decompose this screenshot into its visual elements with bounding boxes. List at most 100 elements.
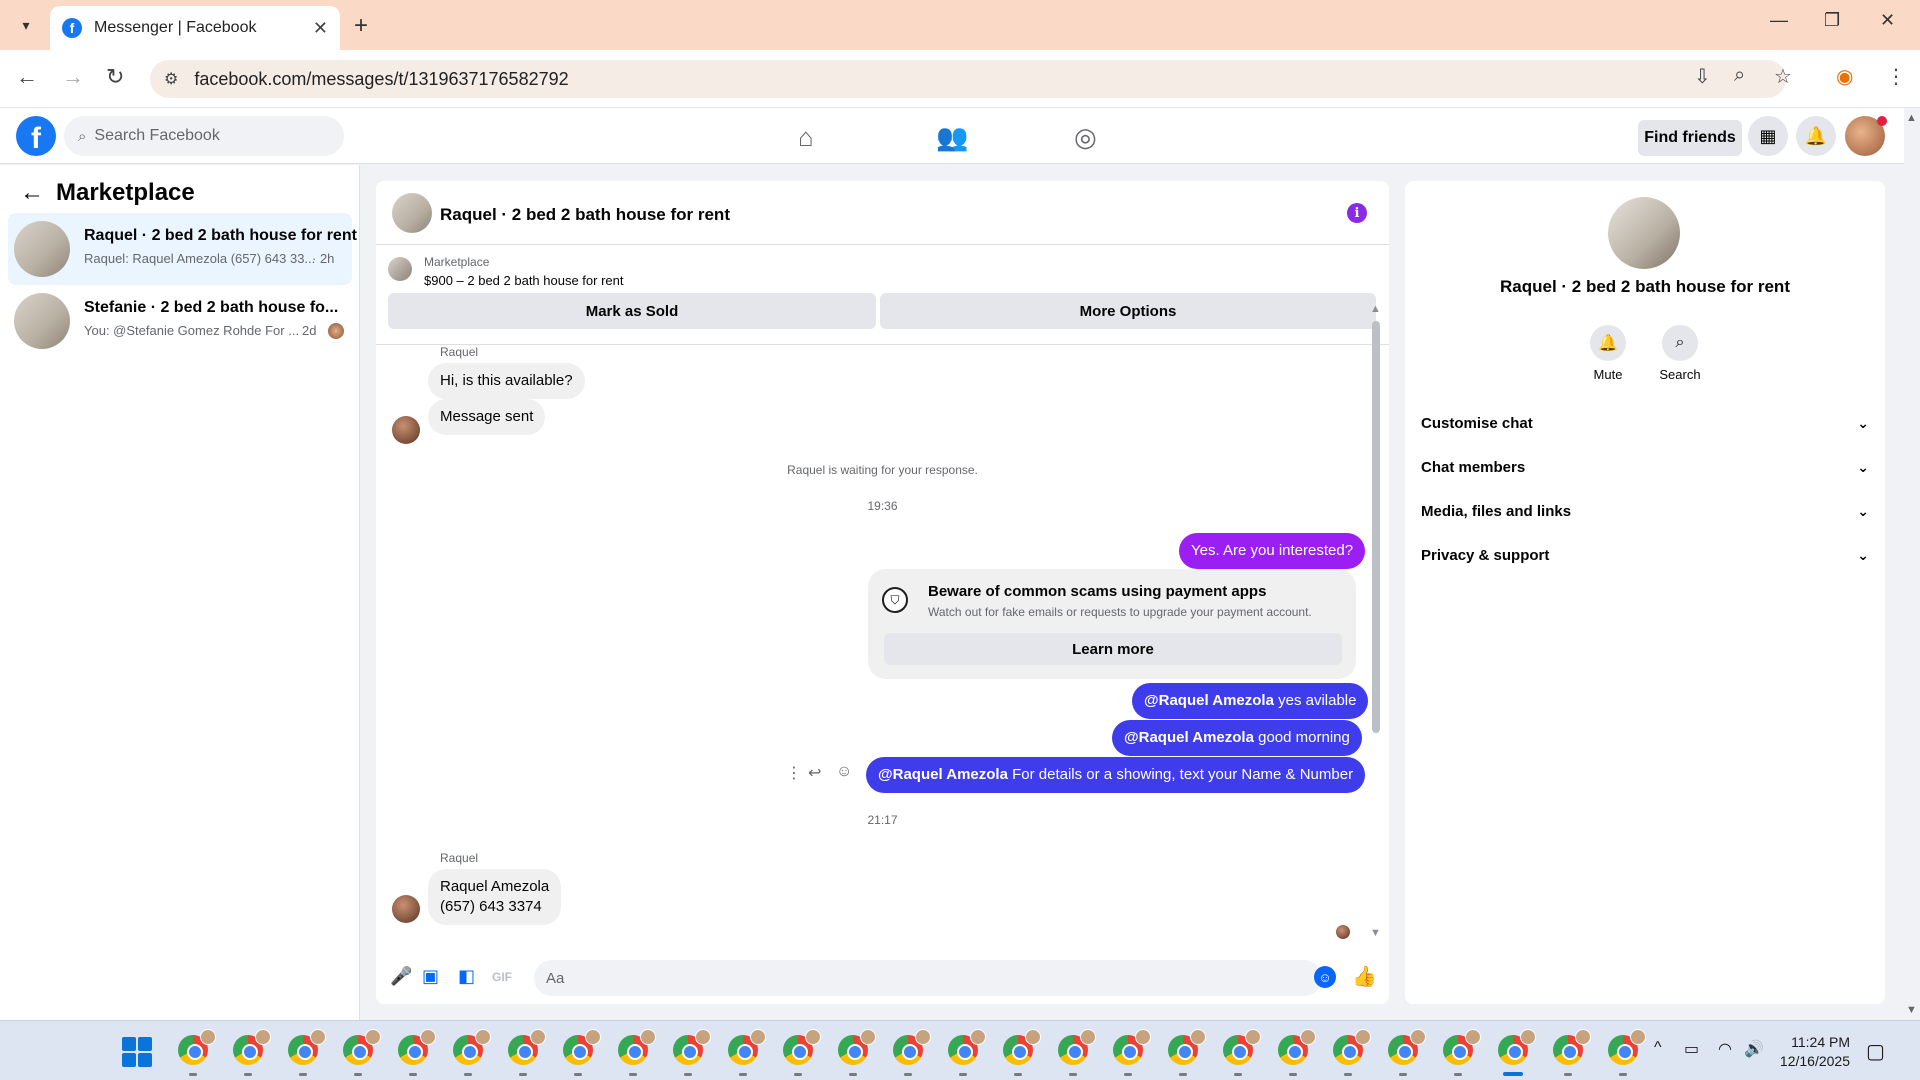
clock[interactable]: 11:24 PM 12/16/2025: [1770, 1033, 1850, 1071]
chrome-profile-taskbar-icon[interactable]: [948, 1029, 986, 1065]
chat-members-section[interactable]: Chat members ⌄: [1421, 449, 1869, 485]
learn-more-button[interactable]: Learn more: [884, 633, 1342, 665]
reply-icon[interactable]: ↩: [808, 763, 821, 783]
install-app-icon[interactable]: ⇩: [1694, 64, 1711, 89]
back-arrow-icon[interactable]: ←: [20, 179, 44, 207]
gif-icon[interactable]: GIF: [492, 970, 512, 984]
incoming-message[interactable]: Hi, is this available?: [428, 363, 585, 399]
forward-icon[interactable]: →: [62, 64, 84, 90]
notifications-bell-icon[interactable]: 🔔: [1796, 116, 1836, 156]
incoming-message[interactable]: Raquel Amezola (657) 643 3374: [428, 869, 562, 925]
page-scroll-up-icon[interactable]: ▲: [1906, 112, 1917, 124]
chrome-profile-taskbar-icon[interactable]: [1223, 1029, 1261, 1065]
notification-center-icon[interactable]: ▢: [1866, 1039, 1885, 1064]
menu-grid-icon[interactable]: ▦: [1748, 116, 1788, 156]
mention[interactable]: @Raquel Amezola: [1144, 692, 1274, 709]
chrome-profile-taskbar-icon[interactable]: [343, 1029, 381, 1065]
chrome-profile-taskbar-icon[interactable]: [1113, 1029, 1151, 1065]
find-friends-button[interactable]: Find friends: [1638, 120, 1742, 156]
sender-avatar[interactable]: [392, 416, 420, 444]
minimize-button[interactable]: —: [1770, 10, 1788, 31]
chrome-profile-taskbar-icon[interactable]: [508, 1029, 546, 1065]
chrome-profile-taskbar-icon[interactable]: [1498, 1029, 1536, 1065]
chat-title[interactable]: Raquel · 2 bed 2 bath house for rent: [440, 205, 730, 225]
profile-icon[interactable]: ◉: [1836, 64, 1853, 89]
close-tab-icon[interactable]: ✕: [313, 18, 328, 39]
mute-button[interactable]: 🔔 Mute: [1578, 325, 1638, 382]
chrome-profile-taskbar-icon[interactable]: [1388, 1029, 1426, 1065]
browser-tab-messenger[interactable]: f Messenger | Facebook ✕: [50, 6, 340, 50]
chat-scrollbar[interactable]: [1372, 321, 1380, 733]
chrome-profile-taskbar-icon[interactable]: [1058, 1029, 1096, 1065]
close-window-button[interactable]: ✕: [1880, 10, 1895, 31]
sticker-icon[interactable]: ◧: [458, 966, 475, 987]
mention[interactable]: @Raquel Amezola: [878, 766, 1008, 783]
chrome-profile-taskbar-icon[interactable]: [728, 1029, 766, 1065]
chrome-profile-taskbar-icon[interactable]: [618, 1029, 656, 1065]
windows-start-icon[interactable]: [122, 1037, 152, 1067]
chrome-profile-taskbar-icon[interactable]: [1003, 1029, 1041, 1065]
back-icon[interactable]: ←: [16, 64, 38, 90]
tab-search-dropdown[interactable]: ▾: [12, 12, 40, 38]
outgoing-message[interactable]: Yes. Are you interested?: [1179, 533, 1366, 569]
chrome-profile-taskbar-icon[interactable]: [838, 1029, 876, 1065]
react-icon[interactable]: ☺: [836, 763, 852, 781]
facebook-search-input[interactable]: ⌕ Search Facebook: [64, 116, 344, 156]
friends-icon[interactable]: 👥: [936, 122, 968, 153]
thumbs-up-icon[interactable]: 👍: [1352, 964, 1377, 989]
battery-icon[interactable]: ▭: [1684, 1039, 1699, 1059]
address-bar[interactable]: ⚙ facebook.com/messages/t/13196371765827…: [150, 60, 1786, 98]
more-options-button[interactable]: More Options: [880, 293, 1376, 329]
account-avatar[interactable]: [1845, 116, 1887, 156]
volume-icon[interactable]: 🔊: [1744, 1039, 1764, 1059]
chrome-profile-taskbar-icon[interactable]: [398, 1029, 436, 1065]
listing-name[interactable]: $900 – 2 bed 2 bath house for rent: [424, 273, 624, 288]
site-info-icon[interactable]: ⚙: [164, 69, 178, 89]
zoom-icon[interactable]: ⌕: [1734, 64, 1745, 87]
show-hidden-icons-chevron[interactable]: ^: [1654, 1039, 1662, 1057]
chat-avatar[interactable]: [1608, 197, 1680, 269]
chrome-profile-taskbar-icon[interactable]: [563, 1029, 601, 1065]
wifi-icon[interactable]: ◠: [1718, 1039, 1732, 1059]
sender-avatar[interactable]: [392, 895, 420, 923]
home-icon[interactable]: ⌂: [798, 122, 814, 153]
attach-photo-icon[interactable]: ▣: [422, 966, 439, 987]
chat-scroll-up-icon[interactable]: ▲: [1370, 303, 1381, 315]
customise-chat-section[interactable]: Customise chat ⌄: [1421, 405, 1869, 441]
outgoing-message[interactable]: @Raquel Amezola yes avilable: [1132, 683, 1369, 719]
chrome-profile-taskbar-icon[interactable]: [1553, 1029, 1591, 1065]
groups-icon[interactable]: ◎: [1074, 122, 1097, 153]
restore-button[interactable]: ❐: [1824, 10, 1840, 31]
media-files-links-section[interactable]: Media, files and links ⌄: [1421, 493, 1869, 529]
incoming-message[interactable]: Message sent: [428, 399, 546, 435]
mark-as-sold-button[interactable]: Mark as Sold: [388, 293, 876, 329]
chrome-menu-icon[interactable]: ⋮: [1886, 64, 1906, 89]
chat-thumbnail[interactable]: [392, 193, 432, 233]
chrome-profile-taskbar-icon[interactable]: [1608, 1029, 1646, 1065]
new-tab-button[interactable]: +: [354, 12, 368, 40]
chrome-profile-taskbar-icon[interactable]: [1278, 1029, 1316, 1065]
chrome-profile-taskbar-icon[interactable]: [288, 1029, 326, 1065]
outgoing-message[interactable]: @Raquel Amezola For details or a showing…: [866, 757, 1366, 793]
chrome-profile-taskbar-icon[interactable]: [178, 1029, 216, 1065]
chrome-profile-taskbar-icon[interactable]: [1333, 1029, 1371, 1065]
search-in-chat-button[interactable]: ⌕ Search: [1650, 325, 1710, 382]
chrome-profile-taskbar-icon[interactable]: [673, 1029, 711, 1065]
outgoing-message[interactable]: @Raquel Amezola good morning: [1112, 720, 1362, 756]
chrome-profile-taskbar-icon[interactable]: [453, 1029, 491, 1065]
microphone-icon[interactable]: 🎤: [390, 966, 412, 987]
page-scroll-down-icon[interactable]: ▼: [1906, 1004, 1917, 1016]
facebook-logo[interactable]: f: [16, 116, 56, 156]
chat-scroll-down-icon[interactable]: ▼: [1370, 927, 1381, 939]
info-icon[interactable]: i: [1347, 203, 1367, 223]
chrome-profile-taskbar-icon[interactable]: [1168, 1029, 1206, 1065]
message-input[interactable]: Aa: [534, 960, 1322, 996]
conversation-item-stefanie[interactable]: Stefanie · 2 bed 2 bath house fo... You:…: [8, 285, 352, 357]
chrome-profile-taskbar-icon[interactable]: [233, 1029, 271, 1065]
conversation-item-raquel[interactable]: Raquel · 2 bed 2 bath house for rent Raq…: [8, 213, 357, 285]
chrome-profile-taskbar-icon[interactable]: [783, 1029, 821, 1065]
privacy-support-section[interactable]: Privacy & support ⌄: [1421, 537, 1869, 573]
mention[interactable]: @Raquel Amezola: [1124, 729, 1254, 746]
chrome-profile-taskbar-icon[interactable]: [893, 1029, 931, 1065]
reload-icon[interactable]: ↻: [106, 64, 124, 90]
